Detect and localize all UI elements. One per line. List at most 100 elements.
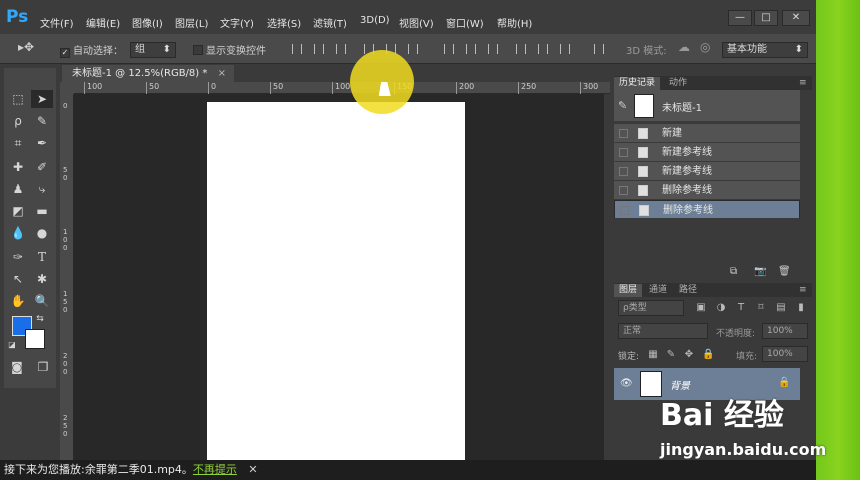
eraser-tool-icon[interactable]: ◩ — [7, 202, 29, 220]
menu-filter[interactable]: 滤镜(T) — [313, 15, 347, 30]
new-document-from-state-icon[interactable]: ⧉ — [730, 266, 737, 277]
history-item[interactable]: 新建参考线 — [614, 162, 800, 181]
distribute-bottom-icon[interactable] — [488, 44, 498, 54]
history-item-selected[interactable]: 删除参考线 — [614, 200, 800, 219]
history-brush-icon[interactable]: ⤷ — [31, 180, 53, 198]
align-right-icon[interactable] — [408, 44, 418, 54]
align-top-icon[interactable] — [292, 44, 302, 54]
distribute-top-icon[interactable] — [444, 44, 454, 54]
maximize-button[interactable]: □ — [754, 10, 778, 26]
adjustment-filter-icon[interactable]: ◑ — [716, 303, 726, 313]
tab-paths[interactable]: 路径 — [674, 284, 702, 297]
lock-transparent-icon[interactable]: ▦ — [648, 350, 658, 360]
background-color-swatch[interactable] — [25, 329, 45, 349]
healing-brush-icon[interactable]: ✚ — [7, 158, 29, 176]
history-item[interactable]: 新建 — [614, 124, 800, 143]
auto-select-checkbox[interactable]: ✓ — [60, 48, 70, 58]
eyedropper-tool-icon[interactable]: ✒ — [31, 134, 53, 152]
lock-position-icon[interactable]: ✥ — [684, 350, 694, 360]
crop-tool-icon[interactable]: ⌗ — [7, 134, 29, 152]
menu-help[interactable]: 帮助(H) — [497, 15, 532, 30]
history-source-box[interactable] — [619, 148, 628, 157]
history-source-box[interactable] — [619, 129, 628, 138]
visibility-eye-icon[interactable]: 👁 — [620, 378, 633, 389]
history-brush-source-icon[interactable]: ✎ — [618, 99, 627, 112]
align-bottom-icon[interactable] — [336, 44, 346, 54]
quick-mask-icon[interactable]: ◙ — [6, 358, 28, 376]
minimize-button[interactable]: — — [728, 10, 752, 26]
close-window-button[interactable]: ✕ — [782, 10, 810, 26]
path-select-icon[interactable]: ↖ — [7, 270, 29, 288]
blur-tool-icon[interactable]: 💧 — [7, 224, 29, 242]
tab-actions[interactable]: 动作 — [664, 77, 692, 90]
panel-menu-icon[interactable]: ≡ — [794, 77, 812, 90]
dodge-tool-icon[interactable]: ● — [31, 224, 53, 242]
history-item[interactable]: 新建参考线 — [614, 143, 800, 162]
trash-icon[interactable]: 🗑 — [778, 266, 791, 277]
vertical-ruler[interactable]: 0 50 100 150 200 250 — [60, 94, 74, 460]
hand-tool-icon[interactable]: ✋ — [7, 292, 29, 310]
distribute-vcenter-icon[interactable] — [466, 44, 476, 54]
orbit-3d-icon[interactable]: ☁ — [678, 40, 690, 54]
clone-stamp-icon[interactable]: ♟ — [7, 180, 29, 198]
menu-type[interactable]: 文字(Y) — [220, 15, 254, 30]
history-snapshot[interactable]: ✎ 未标题-1 — [614, 90, 800, 122]
brush-tool-icon[interactable]: ✐ — [31, 158, 53, 176]
menu-layer[interactable]: 图层(L) — [175, 15, 208, 30]
shape-filter-icon[interactable]: ⌑ — [756, 303, 766, 313]
screen-mode-icon[interactable]: ❐ — [32, 358, 54, 376]
type-tool-icon[interactable]: T — [31, 248, 53, 266]
history-source-box[interactable] — [619, 167, 628, 176]
type-filter-icon[interactable]: T — [736, 303, 746, 313]
pixel-filter-icon[interactable]: ▣ — [696, 303, 706, 313]
ruler-origin[interactable] — [60, 82, 74, 94]
move-tool-icon[interactable]: ➤ — [31, 90, 53, 108]
quick-select-tool-icon[interactable]: ✎ — [31, 112, 53, 130]
show-transform-option[interactable]: 显示变换控件 — [193, 42, 266, 57]
opacity-field[interactable]: 100% — [762, 323, 808, 339]
menu-edit[interactable]: 编辑(E) — [86, 15, 120, 30]
shape-tool-icon[interactable]: ✱ — [31, 270, 53, 288]
distribute-left-icon[interactable] — [516, 44, 526, 54]
distribute-hcenter-icon[interactable] — [538, 44, 548, 54]
dont-show-again-link[interactable]: 不再提示 — [193, 463, 237, 476]
menu-select[interactable]: 选择(S) — [267, 15, 301, 30]
document-canvas[interactable] — [207, 102, 465, 462]
history-item[interactable]: 删除参考线 — [614, 181, 800, 200]
menu-window[interactable]: 窗口(W) — [446, 15, 484, 30]
history-source-box[interactable] — [619, 186, 628, 195]
document-tab[interactable]: 未标题-1 @ 12.5%(RGB/8) * × — [62, 65, 234, 82]
move-tool-icon[interactable]: ▸✥ — [18, 40, 34, 54]
swap-colors-icon[interactable]: ⇆ — [34, 310, 46, 328]
lasso-tool-icon[interactable]: ρ — [7, 112, 29, 130]
menu-view[interactable]: 视图(V) — [399, 15, 434, 30]
default-colors-icon[interactable]: ◪ — [6, 336, 18, 354]
auto-select-dropdown[interactable]: 组 ⬍ — [130, 42, 176, 58]
menu-image[interactable]: 图像(I) — [132, 15, 163, 30]
roll-3d-icon[interactable]: ◎ — [700, 40, 710, 54]
align-vcenter-icon[interactable] — [314, 44, 324, 54]
tab-history[interactable]: 历史记录 — [614, 77, 661, 90]
show-transform-checkbox[interactable] — [193, 45, 203, 55]
panel-menu-icon[interactable]: ≡ — [794, 284, 812, 297]
history-source-box[interactable] — [620, 206, 629, 215]
tab-channels[interactable]: 通道 — [644, 284, 672, 297]
lock-image-icon[interactable]: ✎ — [666, 350, 676, 360]
zoom-tool-icon[interactable]: 🔍 — [31, 292, 53, 310]
tab-layers[interactable]: 图层 — [614, 284, 643, 297]
camera-icon[interactable]: 📷 — [754, 266, 766, 277]
workspace-dropdown[interactable]: 基本功能 ⬍ — [722, 42, 808, 58]
smart-object-filter-icon[interactable]: ▤ — [776, 303, 786, 313]
blend-mode-dropdown[interactable]: 正常 — [618, 323, 708, 339]
fill-field[interactable]: 100% — [762, 346, 808, 362]
distribute-right-icon[interactable] — [560, 44, 570, 54]
gradient-tool-icon[interactable]: ▬ — [31, 202, 53, 220]
menu-file[interactable]: 文件(F) — [40, 15, 74, 30]
pen-tool-icon[interactable]: ✑ — [7, 248, 29, 266]
canvas-area[interactable] — [74, 94, 604, 462]
close-tab-icon[interactable]: × — [218, 65, 226, 82]
filter-toggle-icon[interactable]: ▮ — [796, 303, 806, 313]
auto-select-option[interactable]: ✓ 自动选择： — [60, 42, 123, 58]
notice-close-icon[interactable]: ✕ — [248, 463, 257, 476]
layer-filter-dropdown[interactable]: ρ类型 — [618, 300, 684, 316]
